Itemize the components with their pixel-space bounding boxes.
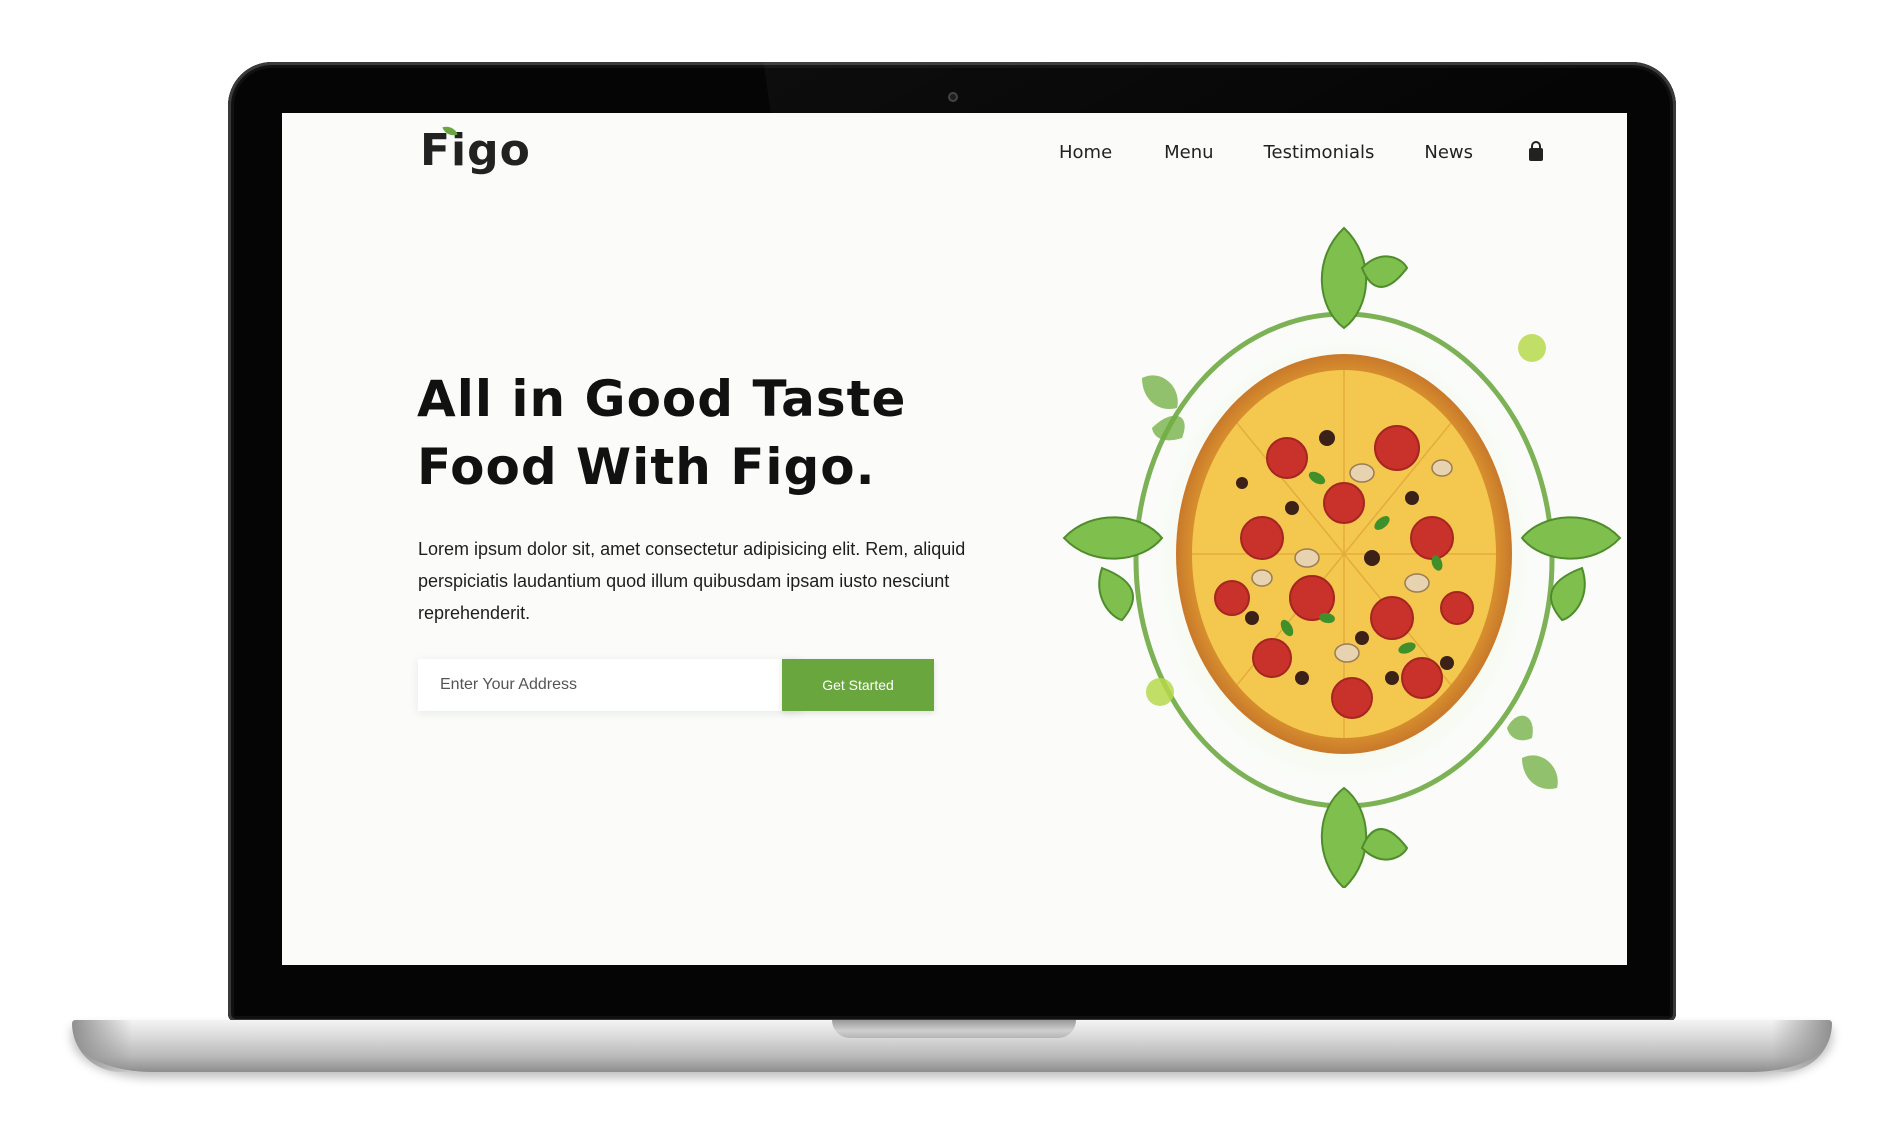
get-started-button[interactable]: Get Started	[782, 659, 934, 711]
brand-logo[interactable]: Figo	[420, 125, 531, 176]
hero-title-line-2: Food With Figo.	[417, 438, 876, 496]
shopping-bag-icon[interactable]	[1525, 141, 1547, 163]
hero-title-line-1: All in Good Taste	[417, 370, 907, 428]
address-input[interactable]	[418, 659, 800, 711]
website-screen: Figo Home Menu Testimonials News All in …	[282, 113, 1627, 965]
nav-link-testimonials[interactable]: Testimonials	[1264, 142, 1375, 163]
nav-link-news[interactable]: News	[1424, 142, 1473, 163]
hero-description: Lorem ipsum dolor sit, amet consectetur …	[418, 539, 966, 623]
nav-link-menu[interactable]: Menu	[1164, 142, 1213, 163]
laptop-hinge-notch	[832, 1020, 1076, 1038]
main-nav: Home Menu Testimonials News	[1059, 141, 1547, 163]
hero-title: All in Good Taste Food With Figo.	[417, 365, 977, 501]
webcam-icon	[948, 92, 958, 102]
pizza-with-basil-leaves-image	[1062, 226, 1622, 888]
nav-link-home[interactable]: Home	[1059, 142, 1112, 163]
